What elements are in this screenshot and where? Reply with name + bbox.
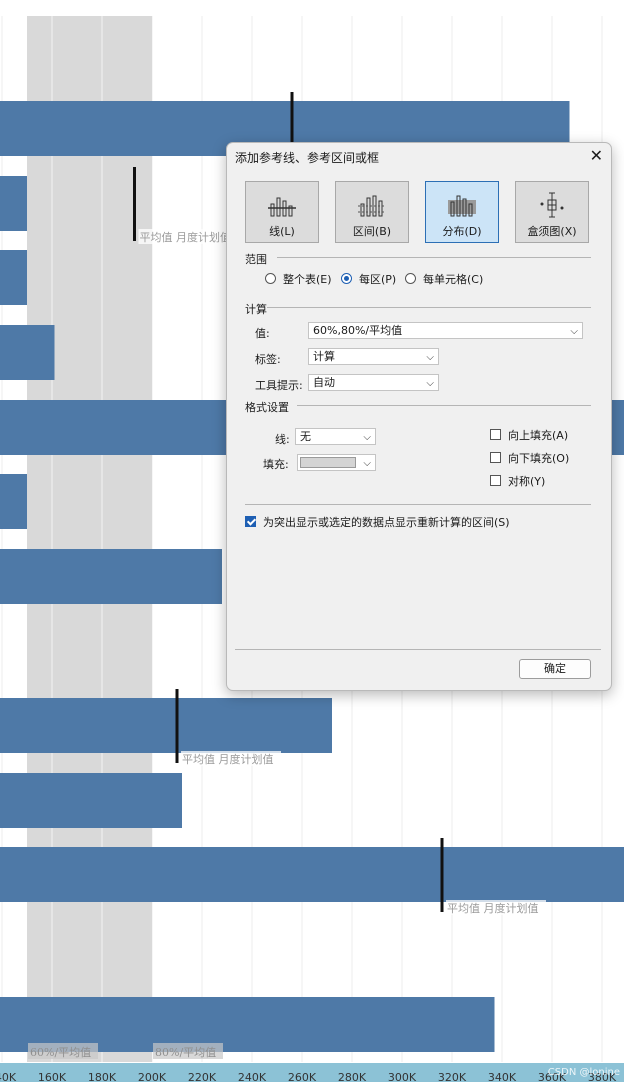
tooltip-dropdown[interactable]: 自动 ⌵ [308,374,439,391]
x-axis: 140K 160K 180K 200K 220K 240K 260K 280K 300K 320K… [0,1063,624,1082]
fill-above-checkbox[interactable] [490,429,501,440]
footer-divider [235,649,601,650]
recalc-checkbox[interactable] [245,516,256,527]
x-tick-label: 320K [438,1071,467,1082]
chevron-down-icon: ⌵ [570,326,578,337]
ok-button[interactable]: 确定 [519,659,591,679]
chevron-down-icon: ⌵ [363,432,371,443]
x-tick-label: 140K [0,1071,17,1082]
x-tick-label: 300K [388,1071,417,1082]
boxplot-type-button[interactable]: 盒须图(X) [515,181,589,243]
band-label-0: 60%/平均值 [30,1046,91,1059]
recalc-divider [245,504,591,505]
line-format-label: 线: [275,433,290,446]
line-type-button[interactable]: 线(L) [245,181,319,243]
distribution-type-button[interactable]: 分布(D) [425,181,499,243]
bar-1 [0,176,27,231]
bar-7 [0,698,332,753]
x-tick-label: 280K [338,1071,367,1082]
chevron-down-icon: ⌵ [426,352,434,363]
line-chart-icon [268,197,296,217]
scope-divider [277,257,591,258]
band-type-button[interactable]: 区间(B) [335,181,409,243]
scope-entire-table-label: 整个表(E) [283,273,332,286]
bar-3 [0,325,55,380]
chevron-down-icon: ⌵ [363,458,371,469]
x-tick-label: 260K [288,1071,317,1082]
band-type-label: 区间(B) [352,225,392,238]
scope-heading: 范围 [245,253,267,266]
scope-per-pane-label: 每区(P) [359,273,397,286]
bar-8 [0,773,182,828]
boxplot-chart-icon [540,192,564,218]
distribution-type-label: 分布(D) [442,225,482,238]
fill-below-checkbox[interactable] [490,452,501,463]
bar-5 [0,474,27,529]
band-chart-icon [358,195,386,217]
band-label-1: 80%/平均值 [155,1046,216,1059]
label-dropdown[interactable]: 计算 ⌵ [308,348,439,365]
close-icon[interactable]: ✕ [590,147,603,165]
fill-color-swatch [300,457,356,468]
symmetric-checkbox[interactable] [490,475,501,486]
fill-below-label: 向下填充(O) [508,452,570,465]
bar-6 [0,549,222,604]
tooltip-label: 工具提示: [255,379,303,392]
line-type-label: 线(L) [269,225,295,238]
scope-per-cell-label: 每单元格(C) [423,273,484,286]
scope-per-cell-radio[interactable] [405,273,416,284]
computation-heading: 计算 [245,303,267,316]
x-tick-label: 340K [488,1071,517,1082]
x-tick-label: 200K [138,1071,167,1082]
recalc-label: 为突出显示或选定的数据点显示重新计算的区间(S) [263,516,510,529]
label-dropdown-value: 计算 [313,350,335,363]
x-tick-label: 220K [188,1071,217,1082]
distribution-chart-icon [448,195,476,217]
x-tick-label: 160K [38,1071,67,1082]
tooltip-dropdown-value: 自动 [313,376,335,389]
x-tick-label: 180K [88,1071,117,1082]
format-divider [297,405,591,406]
watermark: CSDN @lonine [548,1067,620,1078]
bar-2 [0,250,27,305]
fill-format-label: 填充: [263,458,289,471]
dialog-title: 添加参考线、参考区间或框 [235,151,380,165]
x-tick-label: 240K [238,1071,267,1082]
value-label: 值: [255,327,270,340]
reference-line-label: 平均值 月度计划值 [140,230,232,244]
value-dropdown[interactable]: 60%,80%/平均值 ⌵ [308,322,583,339]
symmetric-label: 对称(Y) [508,475,546,488]
chevron-down-icon: ⌵ [426,378,434,389]
label-label: 标签: [255,353,281,366]
scope-per-pane-radio[interactable] [341,273,352,284]
fill-above-label: 向上填充(A) [508,429,569,442]
value-dropdown-value: 60%,80%/平均值 [313,324,403,337]
reference-line-label: 平均值 月度计划值 [182,752,274,766]
bar-9 [0,847,624,902]
reference-line-label: 平均值 月度计划值 [447,901,539,915]
format-heading: 格式设置 [245,401,289,414]
line-style-value: 无 [300,430,311,443]
fill-color-dropdown[interactable]: ⌵ [297,454,376,471]
line-style-dropdown[interactable]: 无 ⌵ [295,428,376,445]
add-reference-dialog: 添加参考线、参考区间或框 ✕ 线(L) 区间(B) 分布(D) 盒须图(X) 范… [226,142,612,691]
computation-divider [267,307,591,308]
scope-entire-table-radio[interactable] [265,273,276,284]
boxplot-type-label: 盒须图(X) [527,225,577,238]
